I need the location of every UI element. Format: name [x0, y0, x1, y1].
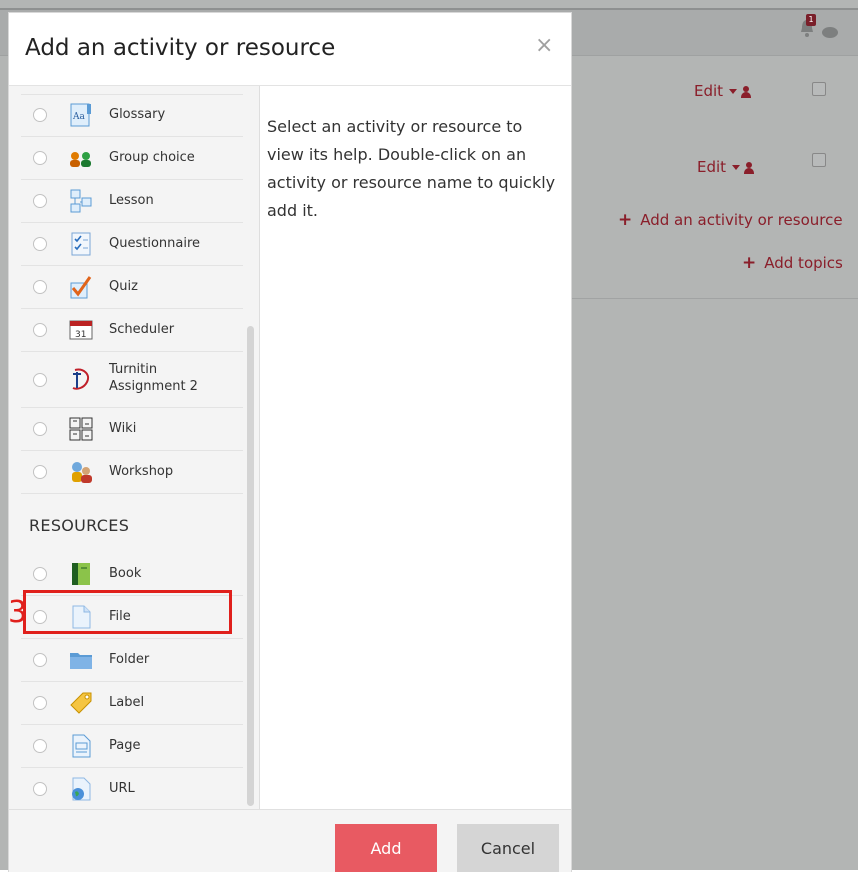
option-label: URL [109, 781, 135, 796]
list-scrollbar[interactable] [247, 326, 254, 806]
option-glossary[interactable]: Aa Glossary [21, 94, 243, 137]
option-label: Turnitin Assignment 2 [109, 361, 198, 395]
radio-button[interactable] [33, 373, 47, 387]
option-lesson[interactable]: Lesson [21, 180, 243, 223]
option-label-line1: Turnitin [109, 362, 158, 377]
option-page[interactable]: Page [21, 725, 243, 768]
resources-section-header: RESOURCES [29, 516, 130, 535]
option-label: Book [109, 566, 142, 581]
radio-button[interactable] [33, 739, 47, 753]
radio-button[interactable] [33, 567, 47, 581]
plus-icon: + [618, 210, 633, 230]
messages-icon[interactable] [822, 27, 838, 38]
glossary-icon: Aa [70, 103, 91, 127]
radio-button[interactable] [33, 465, 47, 479]
caret-down-icon [732, 165, 741, 170]
option-folder[interactable]: Folder [21, 639, 243, 682]
plus-icon: + [742, 253, 757, 273]
label-tag-icon [70, 692, 92, 714]
activity-list[interactable]: Aa Glossary Group choice Lesson Question… [9, 86, 260, 816]
option-label: Folder [109, 652, 150, 667]
questionnaire-icon [71, 232, 91, 256]
option-turnitin[interactable]: Turnitin Assignment 2 [21, 352, 243, 408]
radio-button[interactable] [33, 323, 47, 337]
radio-button[interactable] [33, 696, 47, 710]
user-icon [744, 161, 755, 174]
radio-button[interactable] [33, 151, 47, 165]
option-wiki[interactable]: Wiki [21, 408, 243, 451]
option-label: Lesson [109, 193, 154, 208]
select-checkbox-1[interactable] [812, 82, 826, 96]
add-activity-link[interactable]: + Add an activity or resource [618, 210, 843, 230]
url-globe-icon [72, 777, 91, 801]
cancel-button[interactable]: Cancel [457, 824, 559, 872]
scheduler-calendar-icon: 31 [69, 320, 93, 340]
close-icon[interactable]: × [535, 33, 553, 58]
help-text: Select an activity or resource to view i… [267, 117, 556, 220]
option-label: Glossary [109, 107, 166, 122]
step-number-annotation: 3 [8, 595, 28, 630]
caret-down-icon [729, 89, 738, 94]
option-scheduler[interactable]: 31 Scheduler [21, 309, 243, 352]
option-workshop[interactable]: Workshop [21, 451, 243, 494]
option-label: Page [109, 738, 141, 753]
edit-menu-2[interactable]: Edit [697, 158, 755, 176]
option-label: Quiz [109, 279, 138, 294]
option-group-choice[interactable]: Group choice [21, 137, 243, 180]
group-choice-icon [70, 152, 91, 167]
notification-count-badge: 1 [806, 14, 816, 26]
option-quiz[interactable]: Quiz [21, 266, 243, 309]
dialog-title: Add an activity or resource [25, 35, 336, 61]
option-label: Wiki [109, 421, 137, 436]
book-icon [72, 563, 90, 585]
activity-chooser-dialog: Add an activity or resource × Aa Glossar… [8, 12, 572, 872]
workshop-icon [72, 462, 92, 483]
wiki-icon [69, 417, 93, 441]
calendar-day-text: 31 [75, 330, 86, 340]
add-activity-label: Add an activity or resource [640, 211, 843, 229]
lesson-icon [70, 189, 92, 213]
dialog-footer: Add Cancel [9, 809, 571, 872]
option-label-line2: Assignment 2 [109, 379, 198, 394]
option-label: Group choice [109, 150, 195, 165]
turnitin-icon [72, 368, 89, 390]
add-button[interactable]: Add [335, 824, 437, 872]
option-label: Scheduler [109, 322, 175, 337]
radio-button[interactable] [33, 653, 47, 667]
option-label-resource[interactable]: Label [21, 682, 243, 725]
radio-button[interactable] [33, 280, 47, 294]
folder-icon [70, 653, 92, 669]
radio-button[interactable] [33, 237, 47, 251]
option-label: Label [109, 695, 145, 710]
edit-label: Edit [694, 82, 724, 100]
option-url[interactable]: URL [21, 768, 243, 811]
user-icon [741, 85, 752, 98]
edit-label: Edit [697, 158, 727, 176]
radio-button[interactable] [33, 194, 47, 208]
radio-button[interactable] [33, 108, 47, 122]
radio-button[interactable] [33, 782, 47, 796]
option-label: Questionnaire [109, 236, 201, 251]
radio-button[interactable] [33, 422, 47, 436]
option-label: Workshop [109, 464, 174, 479]
add-topics-label: Add topics [764, 254, 843, 272]
svg-text:Aa: Aa [72, 112, 85, 122]
highlight-annotation-box [23, 590, 232, 634]
edit-menu-1[interactable]: Edit [694, 82, 752, 100]
option-questionnaire[interactable]: Questionnaire [21, 223, 243, 266]
select-checkbox-2[interactable] [812, 153, 826, 167]
add-topics-link[interactable]: + Add topics [742, 253, 843, 273]
quiz-icon [70, 276, 92, 299]
page-icon [72, 734, 91, 758]
